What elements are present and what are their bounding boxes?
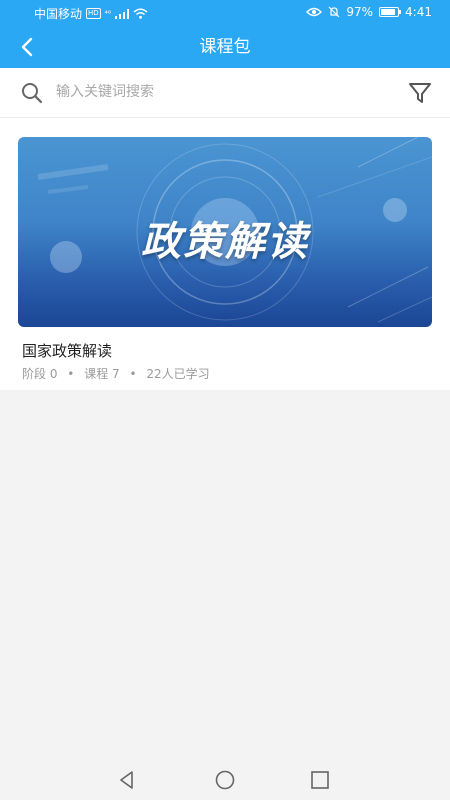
- back-triangle-icon[interactable]: [115, 768, 139, 792]
- battery-icon: [379, 7, 402, 17]
- clock: 4:41: [405, 5, 432, 19]
- status-left: 中国移动 HD ⁴⁶: [34, 5, 148, 22]
- system-navigation-bar: [0, 760, 450, 800]
- meta-separator: •: [67, 367, 75, 381]
- home-circle-icon[interactable]: [213, 768, 237, 792]
- signal-icon: [115, 8, 130, 19]
- carrier-name: 中国移动: [34, 7, 83, 21]
- mute-bell-icon: [328, 6, 340, 18]
- search-icon: [22, 83, 43, 104]
- search-bar: [0, 68, 450, 118]
- network-type: ⁴⁶: [104, 9, 112, 18]
- course-banner[interactable]: 政策解读: [18, 137, 432, 327]
- lesson-count: 课程 7: [84, 367, 120, 381]
- stage-count: 阶段 0: [22, 367, 58, 381]
- banner-title: 政策解读: [141, 219, 309, 265]
- meta-separator: •: [129, 367, 137, 381]
- navigation-bar: 课程包: [0, 26, 450, 68]
- wifi-icon: [133, 8, 148, 19]
- eye-icon: [306, 7, 323, 17]
- course-meta: 阶段 0 • 课程 7 • 22人已学习: [22, 365, 210, 382]
- filter-icon[interactable]: [406, 79, 434, 107]
- learner-count: 22人已学习: [146, 367, 210, 381]
- status-right: 97% 4:41: [306, 5, 432, 19]
- course-title[interactable]: 国家政策解读: [22, 340, 112, 361]
- search-input[interactable]: [56, 78, 376, 106]
- status-bar: 中国移动 HD ⁴⁶ 97% 4:41: [0, 0, 450, 26]
- course-card[interactable]: 政策解读 国家政策解读 阶段 0 • 课程 7 • 22人已学习: [0, 118, 450, 390]
- battery-percent: 97%: [346, 5, 374, 19]
- hd-badge: HD: [86, 8, 101, 19]
- page-title: 课程包: [199, 37, 251, 57]
- recents-square-icon[interactable]: [308, 768, 332, 792]
